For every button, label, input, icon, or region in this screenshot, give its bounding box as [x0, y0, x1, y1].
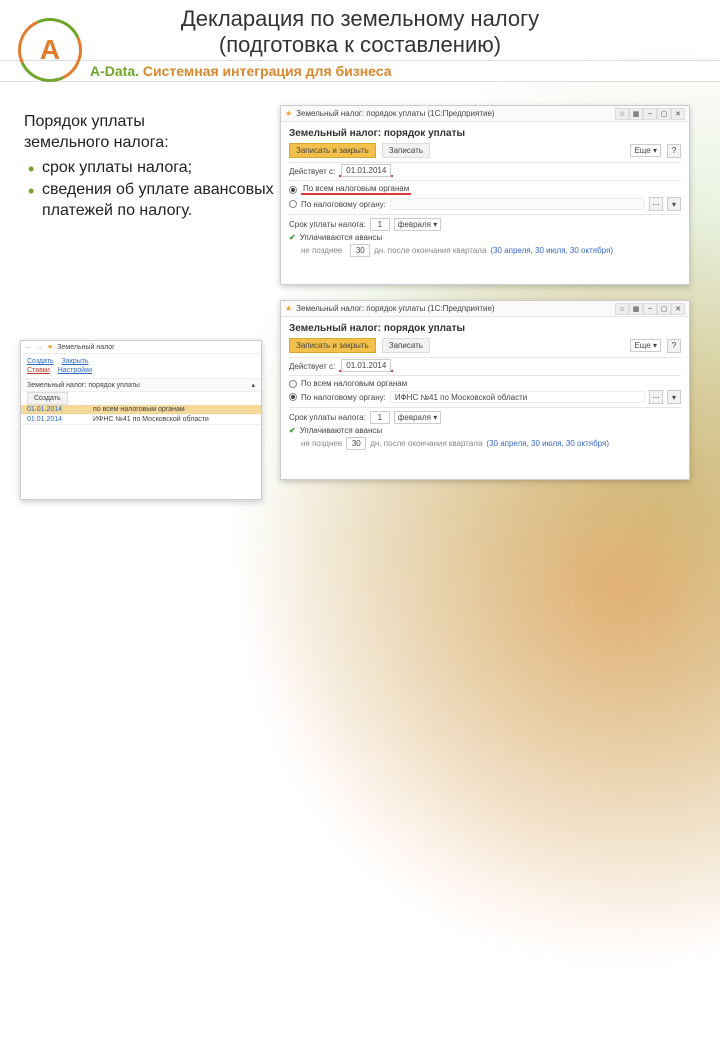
print-button[interactable]: ▦ — [629, 108, 643, 120]
tax-authority-input[interactable] — [390, 198, 645, 210]
radio-all-tax[interactable] — [289, 380, 297, 388]
help-button[interactable]: ? — [667, 144, 681, 158]
save-button[interactable]: Записать — [382, 338, 430, 353]
window-title: Земельный налог: порядок уплаты (1С:Пред… — [296, 304, 615, 313]
tax-due-label: Срок уплаты налога: — [289, 220, 366, 229]
save-button[interactable]: Записать — [382, 143, 430, 158]
more-dropdown[interactable]: Еще ▾ — [630, 144, 661, 157]
page-title-1: Декларация по земельному налогу — [0, 6, 720, 32]
tab-link[interactable]: Закрыть — [62, 358, 89, 365]
effective-from-label: Действует с: — [289, 167, 335, 176]
tab-link[interactable]: Настройки — [58, 367, 92, 374]
table-row[interactable]: 01.01.2014 ИФНС №41 по Московской област… — [21, 415, 261, 425]
due-day-input[interactable]: 1 — [370, 218, 390, 231]
advance-days-input[interactable]: 30 — [350, 244, 370, 257]
save-close-button[interactable]: Записать и закрыть — [289, 143, 376, 158]
section-title: Земельный налог: порядок уплаты — [27, 382, 140, 389]
effective-date-input[interactable]: 01.01.2014 — [341, 359, 391, 372]
more-dropdown[interactable]: Еще ▾ — [630, 339, 661, 352]
page-title-2: (подготовка к составлению) — [0, 32, 720, 58]
due-month-select[interactable]: февраля ▾ — [394, 411, 441, 424]
dropdown-button[interactable]: ▾ — [667, 390, 681, 404]
logo: A — [18, 18, 82, 82]
radio-all-tax[interactable] — [289, 186, 297, 194]
form-heading: Земельный налог: порядок уплаты — [289, 323, 681, 334]
window-land-tax-list: ← → ★ Земельный налог Создать Закрыть Ст… — [20, 340, 262, 500]
collapse-icon[interactable]: ▴ — [251, 381, 255, 389]
breadcrumb: Земельный налог — [57, 344, 114, 351]
advance-checkbox[interactable]: ✔ — [289, 426, 296, 435]
nav-forward-icon[interactable]: → — [36, 344, 43, 351]
advance-label: Уплачиваются авансы — [300, 426, 382, 435]
window-title: Земельный налог: порядок уплаты (1С:Пред… — [296, 109, 615, 118]
bullet-item: сведения об уплате авансовых платежей по… — [24, 180, 274, 222]
help-button[interactable]: ? — [667, 339, 681, 353]
effective-from-label: Действует с: — [289, 362, 335, 371]
effective-date-input[interactable]: 01.01.2014 — [341, 164, 391, 177]
save-close-button[interactable]: Записать и закрыть — [289, 338, 376, 353]
advance-note: (30 апреля, 30 июля, 30 октября) — [490, 246, 613, 255]
table-row[interactable]: 01.01.2014 по всем налоговым органам — [21, 405, 261, 415]
radio-one-label: По налоговому органу: — [301, 393, 386, 402]
due-day-input[interactable]: 1 — [370, 411, 390, 424]
lookup-button[interactable]: ⋯ — [649, 197, 663, 211]
radio-all-label: По всем налоговым органам — [301, 379, 407, 388]
tax-due-label: Срок уплаты налога: — [289, 413, 366, 422]
maximize-button[interactable]: ▢ — [657, 303, 671, 315]
close-button[interactable]: ✕ — [671, 108, 685, 120]
lookup-button[interactable]: ⋯ — [649, 390, 663, 404]
subtitle-bar: A-Data. Системная интеграция для бизнеса — [0, 60, 720, 82]
radio-one-label: По налоговому органу: — [301, 200, 386, 209]
maximize-button[interactable]: ▢ — [657, 108, 671, 120]
nav-back-icon[interactable]: ← — [25, 344, 32, 351]
tax-authority-input[interactable]: ИФНС №41 по Московской области — [390, 391, 645, 403]
bullet-item: срок уплаты налога; — [24, 158, 274, 179]
advance-note: (30 апреля, 30 июля, 30 октября) — [486, 439, 609, 448]
radio-all-label: По всем налоговым органам — [301, 184, 411, 195]
window-payment-order-all: ★ Земельный налог: порядок уплаты (1С:Пр… — [280, 105, 690, 285]
star-icon: ★ — [285, 109, 292, 118]
due-month-select[interactable]: февраля ▾ — [394, 218, 441, 231]
advance-due-label: не позднее — [301, 246, 342, 255]
tab-active[interactable]: Ставки — [27, 367, 50, 374]
tab-link[interactable]: Создать — [27, 358, 54, 365]
radio-one-tax[interactable] — [289, 200, 297, 208]
print-button[interactable]: ▦ — [629, 303, 643, 315]
star-icon: ★ — [285, 304, 292, 313]
favorite-button[interactable]: ☆ — [615, 108, 629, 120]
left-description: Порядок уплаты земельного налога: срок у… — [24, 112, 274, 224]
advance-checkbox[interactable]: ✔ — [289, 233, 296, 242]
radio-one-tax[interactable] — [289, 393, 297, 401]
close-button[interactable]: ✕ — [671, 303, 685, 315]
advance-tail: дн. после окончания квартала — [374, 246, 486, 255]
advance-due-label: не позднее — [301, 439, 342, 448]
advance-days-input[interactable]: 30 — [346, 437, 366, 450]
window-payment-order-one: ★ Земельный налог: порядок уплаты (1С:Пр… — [280, 300, 690, 480]
star-icon: ★ — [47, 343, 53, 351]
dropdown-button[interactable]: ▾ — [667, 197, 681, 211]
form-heading: Земельный налог: порядок уплаты — [289, 128, 681, 139]
create-button[interactable]: Создать — [27, 392, 68, 405]
advance-label: Уплачиваются авансы — [300, 233, 382, 242]
favorite-button[interactable]: ☆ — [615, 303, 629, 315]
minimize-button[interactable]: – — [643, 303, 657, 315]
minimize-button[interactable]: – — [643, 108, 657, 120]
advance-tail: дн. после окончания квартала — [370, 439, 482, 448]
